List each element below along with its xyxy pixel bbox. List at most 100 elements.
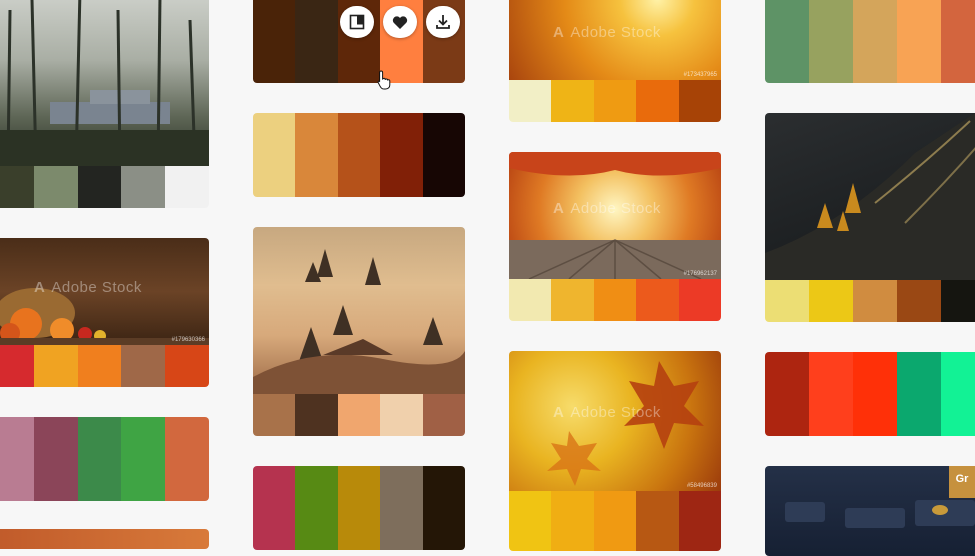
palette-card[interactable] [0,529,209,549]
color-swatch[interactable] [295,113,338,197]
color-swatch[interactable] [77,417,122,501]
color-swatch[interactable] [33,166,78,208]
wooden-table-photo: A Adobe Stock #176962137 [509,152,721,279]
color-swatch[interactable] [509,80,552,122]
color-swatch[interactable] [0,417,34,501]
color-swatch[interactable] [121,345,166,387]
color-swatch[interactable] [853,280,897,322]
color-swatch[interactable] [678,80,721,122]
color-swatch[interactable] [422,466,465,550]
color-swatch[interactable] [765,0,809,83]
stock-watermark: A Adobe Stock [553,24,661,42]
color-swatch[interactable] [380,113,423,197]
theme-card[interactable]: Gr [765,466,975,556]
color-swatch[interactable] [941,0,975,83]
color-swatch[interactable] [897,352,941,436]
color-palette [0,166,209,208]
heart-icon [392,15,408,29]
like-button[interactable] [383,6,417,38]
foggy-hills-photo [253,227,465,394]
color-swatch[interactable] [253,0,296,83]
color-swatch[interactable] [253,113,296,197]
color-swatch[interactable] [551,80,594,122]
theme-card[interactable]: A Adobe Stock #173437965 [509,0,721,122]
color-swatch[interactable] [337,113,381,197]
stock-watermark: A Adobe Stock [34,278,142,296]
color-swatch[interactable] [121,166,166,208]
color-swatch[interactable] [809,0,853,83]
theme-card[interactable] [765,113,975,322]
color-swatch[interactable] [678,279,721,321]
color-swatch[interactable] [853,0,897,83]
color-swatch[interactable] [678,491,721,551]
color-swatch[interactable] [0,345,34,387]
color-swatch[interactable] [337,466,381,550]
color-palette [509,80,721,122]
color-swatch[interactable] [551,491,594,551]
stock-id: #173437965 [683,72,717,78]
color-swatch[interactable] [33,417,78,501]
color-swatch[interactable] [0,166,34,208]
color-swatch[interactable] [941,280,975,322]
color-swatch[interactable] [897,0,941,83]
color-swatch[interactable] [941,352,975,436]
stock-id: #58496839 [686,483,717,489]
color-swatch[interactable] [422,113,465,197]
palette-card[interactable] [765,352,975,436]
color-swatch[interactable] [509,279,552,321]
color-swatch[interactable] [380,394,423,436]
open-panel-button[interactable] [340,6,374,38]
color-swatch[interactable] [295,466,338,550]
color-swatch[interactable] [337,394,381,436]
fog-illustration [253,249,465,394]
palette-card[interactable] [765,0,975,83]
color-swatch[interactable] [295,394,338,436]
color-swatch[interactable] [897,280,941,322]
palette-card[interactable] [253,466,465,550]
color-swatch[interactable] [77,345,122,387]
color-swatch[interactable] [809,352,853,436]
color-swatch[interactable] [765,352,809,436]
color-swatch[interactable] [593,80,637,122]
theme-card[interactable] [253,227,465,436]
premium-badge: Gr [949,466,975,498]
theme-card[interactable]: A Adobe Stock #179630366 [0,238,209,387]
harvest-photo: A Adobe Stock #179630366 [0,238,209,345]
download-button[interactable] [426,6,460,38]
color-swatch[interactable] [551,279,594,321]
palette-card[interactable] [253,113,465,197]
color-swatch[interactable] [593,491,637,551]
dark-scene-illustration [785,500,975,528]
color-swatch[interactable] [165,345,209,387]
color-swatch[interactable] [165,417,209,501]
hills-illustration [765,113,975,280]
color-swatch[interactable] [593,279,637,321]
color-swatch[interactable] [853,352,897,436]
color-palette [765,352,975,436]
color-swatch[interactable] [77,166,122,208]
color-swatch[interactable] [636,80,679,122]
color-swatch[interactable] [253,394,296,436]
color-swatch[interactable] [165,166,209,208]
palette-card[interactable] [0,417,209,501]
color-palette [765,0,975,83]
color-swatch[interactable] [765,280,809,322]
palette-card[interactable] [253,0,465,83]
color-swatch[interactable] [253,466,296,550]
theme-card[interactable]: A Adobe Stock #176962137 [509,152,721,321]
color-swatch[interactable] [295,0,338,83]
maple-leaves-photo: A Adobe Stock #58496839 [509,351,721,491]
color-swatch[interactable] [380,466,423,550]
stock-watermark: A Adobe Stock [553,404,661,422]
color-swatch[interactable] [33,345,78,387]
color-swatch[interactable] [809,280,853,322]
dark-hills-photo [765,113,975,280]
theme-card[interactable] [0,0,209,208]
autumn-leaves-photo: A Adobe Stock #173437965 [509,0,721,80]
color-swatch[interactable] [121,417,166,501]
color-swatch[interactable] [422,394,465,436]
color-swatch[interactable] [636,279,679,321]
color-swatch[interactable] [636,491,679,551]
color-swatch[interactable] [509,491,552,551]
theme-card[interactable]: A Adobe Stock #58496839 [509,351,721,551]
